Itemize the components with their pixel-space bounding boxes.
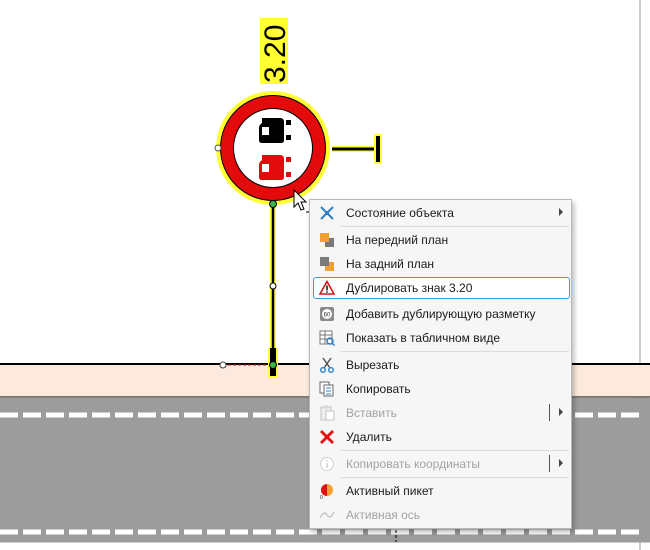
svg-text:0: 0 [320, 495, 323, 499]
svg-text:60: 60 [324, 313, 331, 319]
menu-item-delete[interactable]: Удалить [313, 426, 570, 448]
menu-item-copy[interactable]: Копировать [313, 378, 570, 400]
send-to-back-icon [319, 256, 335, 272]
menu-item-label: Показать в табличном виде [346, 331, 501, 345]
paste-icon [319, 405, 335, 421]
submenu-divider [549, 404, 550, 421]
menu-item-duplicate-sign[interactable]: Дублировать знак 3.20 [313, 277, 570, 299]
menu-item-copy-coordinates[interactable]: Копировать координаты [313, 453, 570, 475]
menu-item-active-axis[interactable]: Активная ось [313, 504, 570, 526]
context-menu: Состояние объекта На передний план На за… [309, 199, 572, 529]
sign-code-text: 3.20 [259, 25, 292, 83]
axis-icon [319, 507, 335, 523]
menu-item-paste[interactable]: Вставить [313, 402, 570, 424]
menu-item-label: Активный пикет [346, 484, 434, 498]
menu-item-label: Вырезать [346, 358, 400, 372]
scissors-icon [319, 357, 335, 373]
menu-item-label: Активная ось [346, 508, 421, 522]
submenu-arrow-icon[interactable] [559, 408, 563, 416]
marking-icon: 60 [319, 306, 335, 322]
menu-item-label: Дублировать знак 3.20 [346, 281, 473, 295]
submenu-arrow-icon[interactable] [559, 459, 563, 467]
submenu-divider [549, 455, 550, 472]
no-overtaking-sign[interactable] [214, 91, 330, 208]
menu-item-table-view[interactable]: Показать в табличном виде [313, 327, 570, 349]
menu-item-label: Копировать координаты [346, 457, 480, 471]
menu-item-cut[interactable]: Вырезать [313, 354, 570, 376]
menu-item-label: Состояние объекта [346, 206, 454, 220]
menu-item-active-picket[interactable]: 0 Активный пикет [313, 480, 570, 502]
bring-to-front-icon [319, 232, 335, 248]
menu-item-label: На задний план [346, 257, 435, 271]
menu-item-label: На передний план [346, 233, 449, 247]
menu-item-label: Копировать [346, 382, 411, 396]
menu-item-send-to-back[interactable]: На задний план [313, 253, 570, 275]
menu-item-bring-to-front[interactable]: На передний план [313, 229, 570, 251]
warning-triangle-icon [318, 279, 336, 296]
menu-item-label: Вставить [346, 406, 397, 420]
menu-item-label: Удалить [346, 430, 392, 444]
table-view-icon [319, 330, 336, 347]
object-state-icon [319, 205, 335, 221]
sign-code-label: 3.20 [259, 18, 292, 84]
delete-x-icon [319, 429, 335, 445]
info-icon [319, 456, 335, 472]
menu-item-label: Добавить дублирующую разметку [346, 307, 536, 321]
submenu-arrow-icon [559, 208, 563, 216]
menu-item-add-marking[interactable]: 60 Добавить дублирующую разметку [313, 303, 570, 325]
menu-item-object-state[interactable]: Состояние объекта [313, 202, 570, 224]
picket-icon: 0 [319, 483, 335, 501]
copy-icon [319, 381, 335, 397]
